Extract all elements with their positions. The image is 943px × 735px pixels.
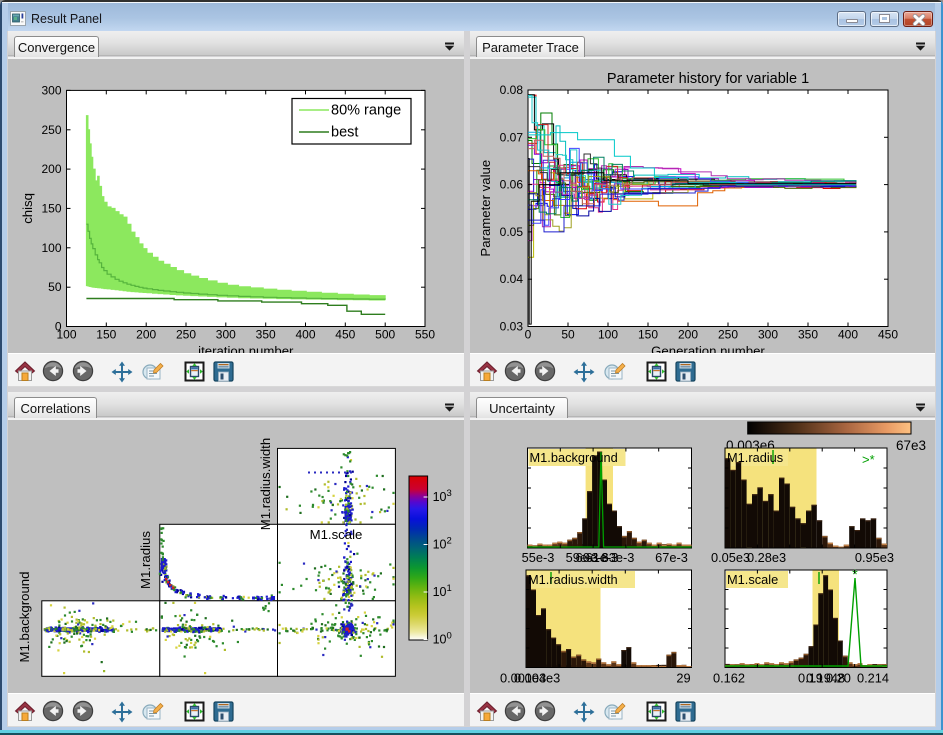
svg-text:0.04: 0.04 bbox=[500, 272, 524, 286]
svg-text:0.03: 0.03 bbox=[500, 320, 524, 334]
svg-text:300: 300 bbox=[41, 83, 61, 97]
svg-text:M1.background: M1.background bbox=[530, 450, 618, 465]
svg-text:200: 200 bbox=[41, 162, 61, 176]
svg-text:>*: >* bbox=[862, 452, 875, 467]
svg-text:50: 50 bbox=[561, 327, 575, 341]
svg-text:0.162: 0.162 bbox=[713, 671, 745, 686]
svg-text:100: 100 bbox=[598, 327, 618, 341]
svg-text:150: 150 bbox=[96, 327, 116, 341]
svg-text:100: 100 bbox=[433, 631, 452, 647]
svg-text:102: 102 bbox=[433, 536, 452, 552]
svg-text:100: 100 bbox=[41, 241, 61, 255]
svg-text:M1.background: M1.background bbox=[17, 572, 32, 663]
svg-text:67e3: 67e3 bbox=[896, 438, 926, 453]
svg-text:best: best bbox=[331, 125, 358, 141]
svg-text:101: 101 bbox=[433, 583, 452, 599]
svg-text:0: 0 bbox=[525, 327, 532, 341]
svg-text:0.06: 0.06 bbox=[500, 178, 524, 192]
svg-text:*: * bbox=[852, 566, 858, 582]
svg-text:400: 400 bbox=[838, 327, 858, 341]
svg-text:Parameter value: Parameter value bbox=[478, 160, 493, 257]
svg-text:29: 29 bbox=[676, 671, 690, 686]
svg-text:200: 200 bbox=[678, 327, 698, 341]
svg-text:M1.radius.width: M1.radius.width bbox=[528, 572, 618, 587]
svg-text:80% range: 80% range bbox=[331, 103, 401, 119]
svg-text:0.05e3: 0.05e3 bbox=[711, 550, 750, 565]
svg-text:0.95e3: 0.95e3 bbox=[855, 550, 894, 565]
svg-text:Parameter history for variable: Parameter history for variable 1 bbox=[607, 71, 809, 87]
svg-text:chisq: chisq bbox=[20, 193, 35, 224]
svg-text:150: 150 bbox=[638, 327, 658, 341]
svg-text:0.08: 0.08 bbox=[500, 83, 524, 97]
svg-text:iteration number: iteration number bbox=[198, 344, 294, 354]
svg-text:0.07: 0.07 bbox=[500, 130, 524, 144]
svg-text:550: 550 bbox=[415, 327, 435, 341]
svg-text:150: 150 bbox=[41, 201, 61, 215]
svg-text:63e-3: 63e-3 bbox=[602, 550, 635, 565]
svg-text:M1.scale: M1.scale bbox=[727, 572, 778, 587]
svg-text:0.004e3: 0.004e3 bbox=[514, 671, 560, 686]
svg-text:M1.radius.width: M1.radius.width bbox=[258, 438, 273, 530]
svg-text:M1.radius: M1.radius bbox=[727, 450, 783, 465]
svg-text:350: 350 bbox=[798, 327, 818, 341]
svg-text:250: 250 bbox=[41, 123, 61, 137]
svg-text:250: 250 bbox=[176, 327, 196, 341]
svg-text:67e-3: 67e-3 bbox=[655, 550, 688, 565]
svg-text:0.214: 0.214 bbox=[857, 671, 889, 686]
svg-text:450: 450 bbox=[878, 327, 898, 341]
svg-text:55e-3: 55e-3 bbox=[522, 550, 555, 565]
svg-text:300: 300 bbox=[758, 327, 778, 341]
svg-text:450: 450 bbox=[335, 327, 355, 341]
svg-text:M1.radius: M1.radius bbox=[138, 531, 153, 589]
svg-text:M1.scale: M1.scale bbox=[310, 527, 363, 542]
svg-text:400: 400 bbox=[295, 327, 315, 341]
svg-text:0.20: 0.20 bbox=[826, 671, 851, 686]
svg-text:250: 250 bbox=[718, 327, 738, 341]
svg-text:0.05: 0.05 bbox=[500, 225, 524, 239]
svg-text:0: 0 bbox=[55, 320, 62, 334]
svg-text:300: 300 bbox=[216, 327, 236, 341]
svg-text:500: 500 bbox=[375, 327, 395, 341]
svg-text:50: 50 bbox=[48, 280, 62, 294]
svg-text:Generation number: Generation number bbox=[651, 344, 765, 354]
svg-text:0.28e3: 0.28e3 bbox=[747, 550, 786, 565]
svg-text:103: 103 bbox=[433, 488, 452, 504]
svg-text:350: 350 bbox=[256, 327, 276, 341]
svg-text:200: 200 bbox=[136, 327, 156, 341]
